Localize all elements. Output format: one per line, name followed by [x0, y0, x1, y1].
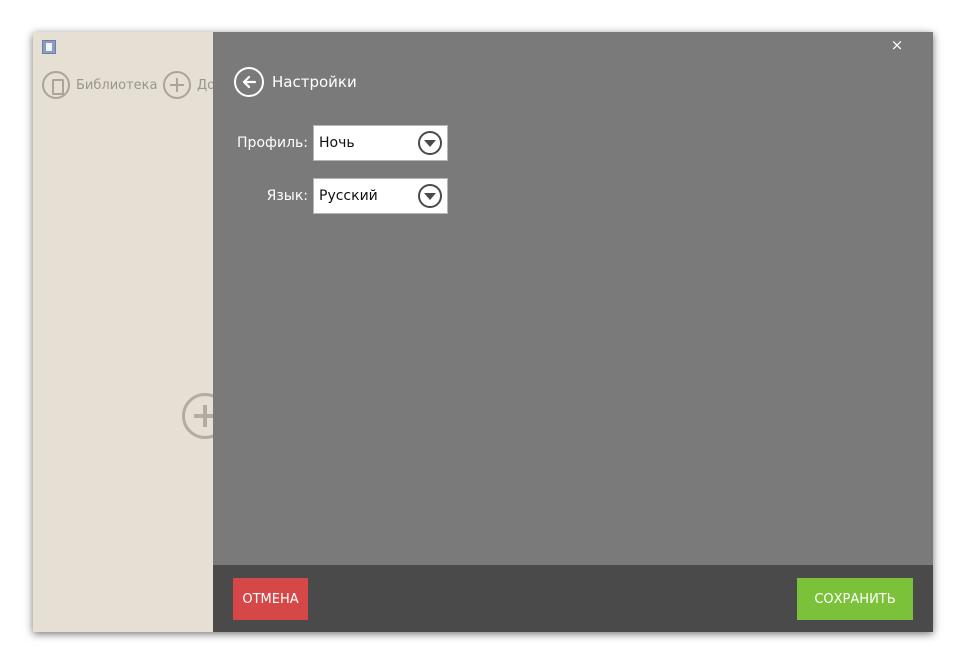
- arrow-left-icon: [242, 75, 257, 89]
- toolbar-add-button[interactable]: До: [163, 69, 215, 101]
- cancel-button[interactable]: ОТМЕНА: [233, 578, 308, 620]
- settings-header: Настройки: [234, 67, 357, 97]
- settings-footer: ОТМЕНА СОХРАНИТЬ: [213, 565, 933, 632]
- profile-select-value: Ночь: [319, 135, 355, 151]
- language-label: Язык:: [266, 188, 308, 204]
- profile-label: Профиль:: [237, 135, 308, 151]
- profile-select[interactable]: Ночь: [313, 125, 448, 161]
- toolbar-library-button[interactable]: Библиотека: [42, 69, 158, 101]
- language-select-value: Русский: [319, 188, 378, 204]
- chevron-down-icon: [418, 131, 442, 155]
- toolbar-library-label: Библиотека: [76, 77, 158, 93]
- profile-row: Профиль: Ночь: [213, 125, 448, 161]
- language-row: Язык: Русский: [213, 178, 448, 214]
- app-icon: [42, 40, 56, 54]
- language-select[interactable]: Русский: [313, 178, 448, 214]
- plus-circle-icon: [163, 71, 191, 99]
- settings-panel: × Настройки Профиль: Ночь Язык: Русский: [213, 32, 933, 632]
- back-button[interactable]: [234, 67, 264, 97]
- book-icon: [42, 71, 70, 99]
- close-button[interactable]: ×: [887, 35, 907, 55]
- app-window: Библиотека До × Настройки Профиль: Ночь …: [33, 32, 933, 632]
- save-button[interactable]: СОХРАНИТЬ: [797, 578, 913, 620]
- page-title: Настройки: [272, 73, 357, 91]
- chevron-down-icon: [418, 184, 442, 208]
